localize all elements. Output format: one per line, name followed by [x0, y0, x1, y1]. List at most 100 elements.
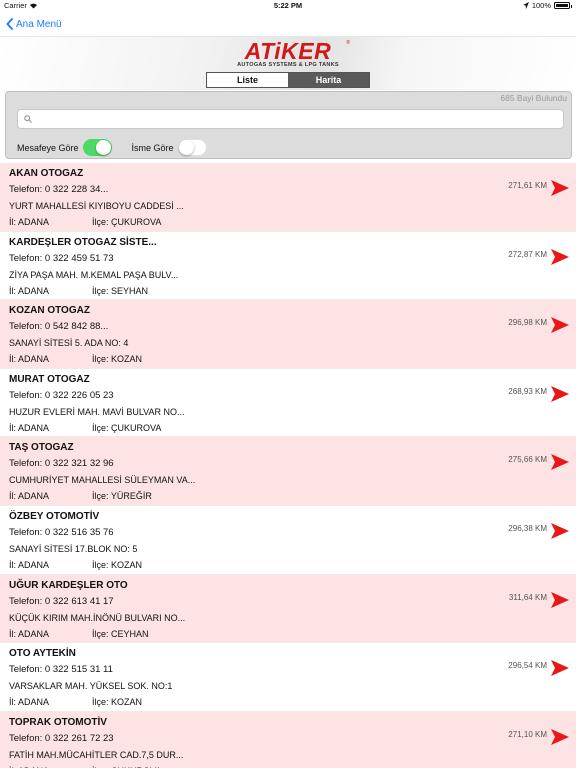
dealer-phone: Telefon: 0 322 516 35 76 — [9, 526, 114, 538]
play-arrow-icon[interactable] — [550, 659, 570, 677]
dealer-address: SANAYİ SİTESİ 5. ADA NO: 4 — [9, 338, 129, 349]
dealer-name: TAŞ OTOGAZ — [9, 442, 74, 454]
logo-brand: ATiKER — [244, 38, 332, 64]
dealer-row[interactable]: OTO AYTEKİN Telefon: 0 322 515 31 11 VAR… — [0, 643, 576, 712]
dealer-row[interactable]: UĞUR KARDEŞLER OTO Telefon: 0 322 613 41… — [0, 574, 576, 644]
dealer-distance: 272,87 KM — [508, 249, 547, 259]
dealer-address: ZİYA PAŞA MAH. M.KEMAL PAŞA BULV... — [9, 269, 179, 280]
dealer-row[interactable]: TOPRAK OTOMOTİV Telefon: 0 322 261 72 23… — [0, 711, 576, 768]
logo-registered-mark: ® — [346, 40, 350, 46]
status-time: 5:22 PM — [273, 1, 303, 10]
sort-name-label: İsme Göre — [131, 142, 174, 153]
dealer-list: AKAN OTOGAZ Telefon: 0 322 228 34... YUR… — [0, 163, 576, 768]
play-arrow-icon[interactable] — [550, 728, 570, 746]
dealer-phone: Telefon: 0 322 459 51 73 — [9, 252, 114, 264]
dealer-row[interactable]: TAŞ OTOGAZ Telefon: 0 322 321 32 96 CUMH… — [0, 437, 576, 506]
dealer-province: İl: ADANA — [9, 628, 50, 639]
dealer-row[interactable]: ÖZBEY OTOMOTİV Telefon: 0 322 516 35 76 … — [0, 505, 576, 575]
dealer-name: UĞUR KARDEŞLER OTO — [9, 579, 128, 591]
dealer-address: VARSAKLAR MAH. YÜKSEL SOK. NO:1 — [9, 681, 173, 692]
play-arrow-icon[interactable] — [550, 522, 570, 540]
dealer-phone: Telefon: 0 542 842 88... — [9, 321, 109, 333]
play-arrow-icon[interactable] — [550, 591, 570, 609]
dealer-district: İlçe: ÇUKUROVA — [92, 217, 162, 227]
back-button[interactable]: Ana Menü — [6, 18, 62, 30]
view-segmented-control: Liste Harita — [206, 72, 370, 88]
battery-icon — [554, 2, 572, 9]
dealer-province: İl: ADANA — [9, 285, 50, 296]
dealer-district: İlçe: YÜREĞİR — [92, 491, 152, 502]
dealer-name: MURAT OTOGAZ — [9, 373, 90, 385]
dealer-distance: 271,61 KM — [508, 181, 547, 190]
header-banner: ATiKER AUTOGAS SYSTEMS & LPG TANKS ® Lis… — [0, 36, 576, 90]
dealer-province: İl: ADANA — [9, 217, 50, 227]
back-label: Ana Menü — [16, 18, 62, 30]
dealer-count: 685 Bayi Bulundu — [500, 93, 567, 103]
dealer-province: İl: ADANA — [9, 697, 50, 708]
dealer-province: İl: ADANA — [9, 422, 50, 433]
dealer-row[interactable]: AKAN OTOGAZ Telefon: 0 322 228 34... YUR… — [0, 163, 576, 232]
tab-harita[interactable]: Harita — [288, 73, 369, 87]
dealer-district: İlçe: KOZAN — [92, 354, 143, 365]
chevron-left-icon — [6, 18, 13, 30]
play-arrow-icon[interactable] — [550, 453, 570, 471]
dealer-district: İlçe: ÇUKUROVA — [92, 422, 162, 433]
dealer-address: HUZUR EVLERİ MAH. MAVİ BULVAR NO... — [9, 406, 185, 417]
dealer-name: TOPRAK OTOMOTİV — [9, 716, 107, 728]
dealer-province: İl: ADANA — [9, 559, 50, 570]
logo-subtitle: AUTOGAS SYSTEMS & LPG TANKS — [237, 62, 339, 68]
dealer-province: İl: ADANA — [9, 354, 50, 365]
dealer-distance: 296,98 KM — [508, 318, 547, 328]
play-arrow-icon[interactable] — [550, 179, 570, 197]
dealer-address: YURT MAHALLESİ KIYIBOYU CADDESİ ... — [9, 201, 184, 211]
location-arrow-icon — [522, 2, 529, 9]
dealer-distance: 311,64 KM — [508, 592, 547, 602]
dealer-address: FATİH MAH.MÜCAHİTLER CAD.7,5 DUR... — [9, 749, 184, 760]
dealer-distance: 275,66 KM — [508, 455, 547, 465]
status-bar: Carrier 5:22 PM 100% — [0, 0, 576, 12]
dealer-phone: Telefon: 0 322 261 72 23 — [9, 732, 114, 744]
sort-distance-switch[interactable] — [82, 139, 112, 156]
dealer-district: İlçe: KOZAN — [92, 559, 143, 570]
dealer-address: KÜÇÜK KIRIM MAH.İNÖNÜ BULVARI NO... — [9, 612, 186, 623]
sort-name-switch[interactable] — [177, 139, 207, 156]
play-arrow-icon[interactable] — [550, 248, 570, 266]
dealer-row[interactable]: KOZAN OTOGAZ Telefon: 0 542 842 88... SA… — [0, 300, 576, 369]
dealer-district: İlçe: SEYHAN — [92, 285, 149, 296]
dealer-district: İlçe: KOZAN — [92, 697, 143, 708]
sort-distance-label: Mesafeye Göre — [17, 142, 79, 153]
dealer-phone: Telefon: 0 322 515 31 11 — [9, 664, 113, 676]
search-box[interactable] — [17, 109, 564, 129]
dealer-name: KOZAN OTOGAZ — [9, 305, 90, 317]
dealer-address: SANAYİ SİTESİ 17.BLOK NO: 5 — [9, 543, 138, 554]
switch-knob — [178, 140, 194, 155]
dealer-row[interactable]: MURAT OTOGAZ Telefon: 0 322 226 05 23 HU… — [0, 368, 576, 438]
dealer-address: CUMHURİYET MAHALLESİ SÜLEYMAN VA... — [9, 475, 196, 486]
dealer-name: KARDEŞLER OTOGAZ SİSTE... — [9, 236, 157, 248]
battery-percent: 100% — [531, 1, 551, 10]
dealer-phone: Telefon: 0 322 226 05 23 — [9, 389, 114, 401]
dealer-distance: 296,54 KM — [508, 661, 547, 671]
dealer-province: İl: ADANA — [9, 491, 50, 502]
dealer-phone: Telefon: 0 322 613 41 17 — [9, 595, 114, 607]
sort-toggles: Mesafeye Göre İsme Göre — [17, 139, 207, 156]
search-panel: 685 Bayi Bulundu Mesafeye Göre İsme Göre — [5, 91, 572, 159]
dealer-row[interactable]: KARDEŞLER OTOGAZ SİSTE... Telefon: 0 322… — [0, 231, 576, 301]
dealer-distance: 296,38 KM — [508, 523, 547, 533]
dealer-name: ÖZBEY OTOMOTİV — [9, 510, 100, 522]
dealer-phone: Telefon: 0 322 228 34... — [9, 184, 109, 195]
dealer-name: OTO AYTEKİN — [9, 648, 76, 660]
dealer-distance: 268,93 KM — [508, 386, 547, 396]
search-input[interactable] — [36, 114, 556, 124]
dealer-phone: Telefon: 0 322 321 32 96 — [9, 458, 114, 470]
dealer-district: İlçe: CEYHAN — [92, 628, 149, 639]
play-arrow-icon[interactable] — [550, 316, 570, 334]
nav-bar: Ana Menü — [0, 12, 576, 36]
tab-liste[interactable]: Liste — [207, 73, 288, 87]
search-icon — [24, 115, 32, 123]
play-arrow-icon[interactable] — [550, 385, 570, 403]
dealer-name: AKAN OTOGAZ — [9, 168, 84, 179]
status-right: 100% — [522, 1, 572, 10]
switch-knob — [95, 140, 111, 155]
dealer-distance: 271,10 KM — [508, 729, 547, 739]
